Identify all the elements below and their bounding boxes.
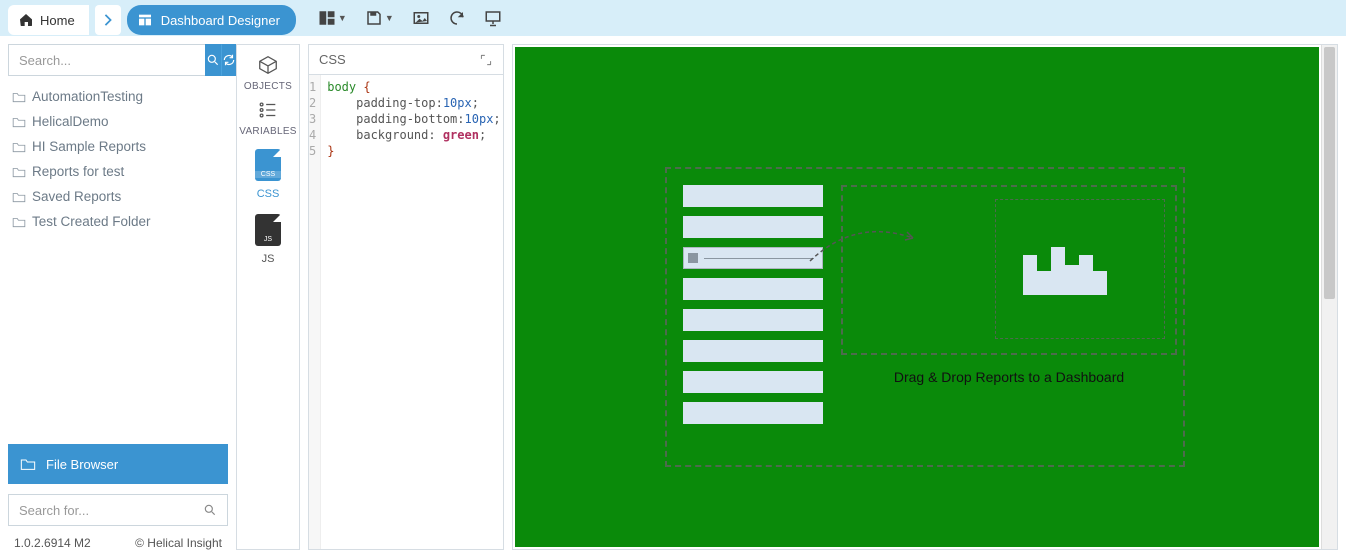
presentation-icon xyxy=(484,9,502,27)
variables-label: VARIABLES xyxy=(239,126,297,137)
sync-icon xyxy=(222,53,236,67)
home-icon xyxy=(18,12,34,28)
folder-item[interactable]: AutomationTesting xyxy=(8,84,228,109)
placeholder-row-selected xyxy=(683,247,823,269)
folder-icon xyxy=(12,166,26,178)
file-browser-search xyxy=(8,494,228,526)
version-label: 1.0.2.6914 M2 xyxy=(14,536,91,550)
folder-label: HI Sample Reports xyxy=(32,139,146,154)
code-area[interactable]: 1 2 3 4 5 body { padding-top:10px; paddi… xyxy=(309,75,503,549)
expand-icon[interactable] xyxy=(479,53,493,67)
folder-label: Reports for test xyxy=(32,164,124,179)
js-label: JS xyxy=(262,253,275,265)
refresh-button[interactable] xyxy=(448,9,466,27)
variables-tool[interactable]: VARIABLES xyxy=(239,98,297,137)
top-toolbar: Home Dashboard Designer ▼ ▼ xyxy=(0,0,1346,36)
objects-label: OBJECTS xyxy=(244,81,292,92)
placeholder-row xyxy=(683,402,823,424)
screenshot-button[interactable] xyxy=(412,9,430,27)
objects-tool[interactable]: OBJECTS xyxy=(244,53,292,92)
dashboard-icon xyxy=(137,12,153,28)
chevron-right-icon xyxy=(103,14,113,26)
file-search-input[interactable] xyxy=(19,503,203,518)
file-browser-header[interactable]: File Browser xyxy=(8,444,228,484)
search-button[interactable] xyxy=(205,44,221,76)
placeholder-row xyxy=(683,371,823,393)
copyright-label: © Helical Insight xyxy=(135,536,222,550)
designer-label: Dashboard Designer xyxy=(161,13,280,28)
caret-down-icon: ▼ xyxy=(385,13,394,23)
folder-icon xyxy=(12,141,26,153)
drag-arrow-icon xyxy=(805,213,925,293)
tools-panel: OBJECTS VARIABLES CSS JS xyxy=(236,44,300,550)
folder-item[interactable]: Saved Reports xyxy=(8,184,228,209)
dashboard-canvas[interactable]: Drag & Drop Reports to a Dashboard xyxy=(515,47,1319,547)
drop-hint-text: Drag & Drop Reports to a Dashboard xyxy=(841,369,1177,385)
placeholder-row xyxy=(683,185,823,207)
folder-icon xyxy=(12,216,26,228)
css-label: CSS xyxy=(257,188,280,200)
placeholder-chart xyxy=(1023,247,1107,295)
canvas-panel: Drag & Drop Reports to a Dashboard xyxy=(512,44,1338,550)
search-row xyxy=(8,44,228,76)
folder-label: AutomationTesting xyxy=(32,89,143,104)
line-gutter: 1 2 3 4 5 xyxy=(309,75,321,549)
caret-down-icon: ▼ xyxy=(338,13,347,23)
folder-label: HelicalDemo xyxy=(32,114,109,129)
css-editor-panel: CSS 1 2 3 4 5 body { padding-top:10px; p… xyxy=(308,44,504,550)
search-icon[interactable] xyxy=(203,503,217,517)
main-area: AutomationTesting HelicalDemo HI Sample … xyxy=(0,36,1346,558)
placeholder-list xyxy=(683,185,823,424)
js-tool[interactable]: JS xyxy=(255,206,281,265)
dashboard-designer-tab[interactable]: Dashboard Designer xyxy=(127,5,296,35)
editor-title: CSS xyxy=(319,52,346,67)
toolbar-icon-group: ▼ ▼ xyxy=(318,9,502,27)
layout-button[interactable]: ▼ xyxy=(318,9,347,27)
footer: 1.0.2.6914 M2 © Helical Insight xyxy=(8,526,228,550)
placeholder-row xyxy=(683,278,823,300)
breadcrumb-chevron[interactable] xyxy=(95,5,121,35)
code-content[interactable]: body { padding-top:10px; padding-bottom:… xyxy=(321,75,506,549)
folder-icon xyxy=(12,91,26,103)
folder-label: Test Created Folder xyxy=(32,214,151,229)
folder-open-icon xyxy=(20,457,36,471)
layout-icon xyxy=(318,9,336,27)
search-input[interactable] xyxy=(8,44,205,76)
scroll-thumb[interactable] xyxy=(1324,47,1335,299)
folder-item[interactable]: HI Sample Reports xyxy=(8,134,228,159)
present-button[interactable] xyxy=(484,9,502,27)
home-label: Home xyxy=(40,13,75,28)
placeholder-row xyxy=(683,309,823,331)
folder-item[interactable]: Test Created Folder xyxy=(8,209,228,234)
editor-header: CSS xyxy=(309,45,503,75)
save-button[interactable]: ▼ xyxy=(365,9,394,27)
folder-icon xyxy=(12,116,26,128)
folder-icon xyxy=(12,191,26,203)
css-tool[interactable]: CSS xyxy=(255,143,281,200)
refresh-icon xyxy=(448,9,466,27)
list-icon xyxy=(256,99,280,121)
folder-label: Saved Reports xyxy=(32,189,121,204)
css-file-icon xyxy=(255,149,281,181)
save-icon xyxy=(365,9,383,27)
placeholder-row xyxy=(683,340,823,362)
sidebar: AutomationTesting HelicalDemo HI Sample … xyxy=(8,44,228,550)
folder-item[interactable]: HelicalDemo xyxy=(8,109,228,134)
placeholder-row xyxy=(683,216,823,238)
sync-button[interactable] xyxy=(221,44,237,76)
folder-item[interactable]: Reports for test xyxy=(8,159,228,184)
search-icon xyxy=(206,53,220,67)
home-tab[interactable]: Home xyxy=(8,5,89,35)
js-file-icon xyxy=(255,214,281,246)
folder-list: AutomationTesting HelicalDemo HI Sample … xyxy=(8,84,228,234)
file-browser-label: File Browser xyxy=(46,457,118,472)
vertical-scrollbar[interactable] xyxy=(1321,45,1337,549)
box-icon xyxy=(256,54,280,76)
image-icon xyxy=(412,9,430,27)
